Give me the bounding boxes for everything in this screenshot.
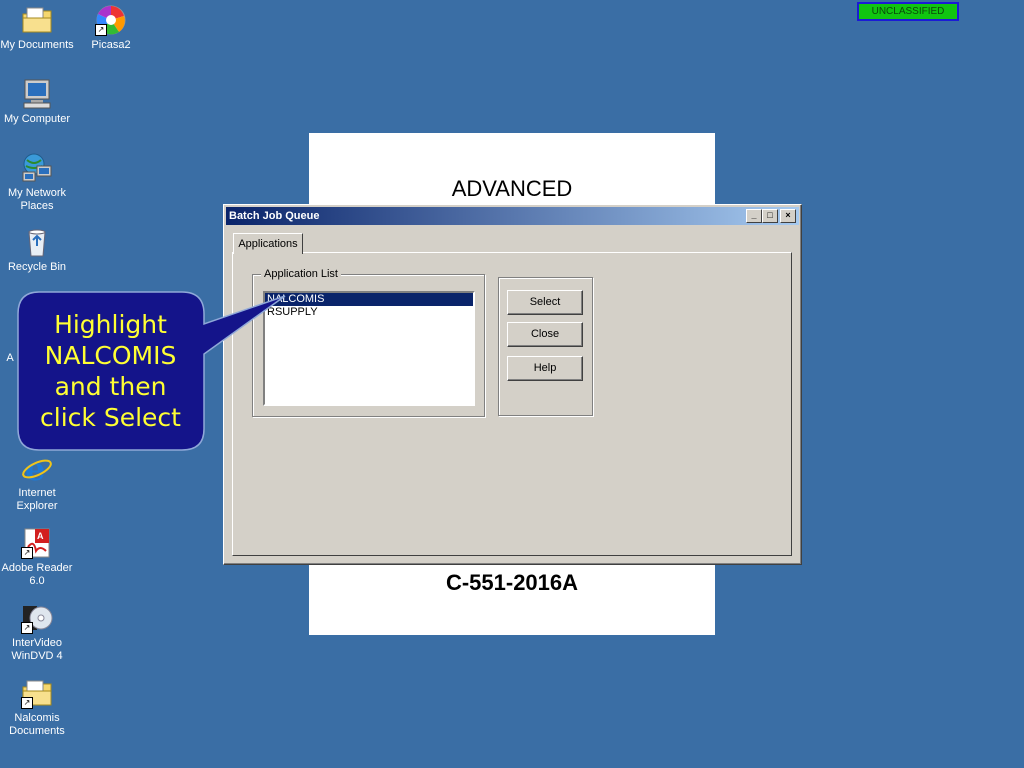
desktop-icon-label: InterVideo WinDVD 4 xyxy=(11,637,63,662)
desktop-icon-adobe-reader[interactable]: A ↗ Adobe Reader 6.0 xyxy=(0,527,74,588)
close-button[interactable]: Close xyxy=(507,322,583,347)
desktop-icon-label: My Computer xyxy=(3,113,71,125)
window-title: Batch Job Queue xyxy=(229,210,320,222)
recycle-bin-icon xyxy=(21,226,53,258)
desktop-icon-nalcomis-documents[interactable]: ↗ Nalcomis Documents xyxy=(0,677,74,738)
svg-text:A: A xyxy=(37,531,44,541)
maximize-button[interactable]: □ xyxy=(762,209,778,223)
action-buttons-group: Select Close Help xyxy=(498,277,593,416)
windvd-icon: ↗ xyxy=(21,602,53,634)
slide-code: C-551-2016A xyxy=(445,570,579,595)
desktop-icon-label: My Documents xyxy=(0,39,74,51)
callout-message: Highlight NALCOMIS and then click Select xyxy=(40,310,181,432)
help-button[interactable]: Help xyxy=(507,356,583,381)
instruction-callout: Highlight NALCOMIS and then click Select xyxy=(17,291,286,451)
desktop-icon-my-documents[interactable]: My Documents xyxy=(0,4,74,52)
tab-applications[interactable]: Applications xyxy=(233,233,303,254)
desktop-icon-label: Recycle Bin xyxy=(7,261,67,273)
desktop-icon-label: Nalcomis Documents xyxy=(9,712,65,737)
computer-icon xyxy=(21,78,53,110)
application-list-label: Application List xyxy=(261,268,341,280)
folder-icon: ↗ xyxy=(21,677,53,709)
batch-job-queue-window: Batch Job Queue _ □ × Applications Appli… xyxy=(223,204,802,565)
close-window-button[interactable]: × xyxy=(780,209,796,223)
desktop-icon-picasa2[interactable]: ↗ Picasa2 xyxy=(74,4,148,52)
desktop-icon-my-computer[interactable]: My Computer xyxy=(0,78,74,126)
applications-tab-panel: Application List NALCOMIS RSUPPLY Select… xyxy=(232,252,792,556)
network-icon xyxy=(21,152,53,184)
desktop-icon-label: Picasa2 xyxy=(91,39,131,51)
select-button[interactable]: Select xyxy=(507,290,583,315)
desktop-icon-label: Internet Explorer xyxy=(16,487,58,512)
desktop-icon-windvd[interactable]: ↗ InterVideo WinDVD 4 xyxy=(0,602,74,663)
folder-documents-icon xyxy=(21,4,53,36)
window-titlebar[interactable]: Batch Job Queue _ □ × xyxy=(226,207,799,225)
desktop-icon-label: My Network Places xyxy=(7,187,67,212)
slide-title: ADVANCED xyxy=(451,176,573,201)
ie-icon: e xyxy=(21,450,53,488)
desktop-icon-recycle-bin[interactable]: Recycle Bin xyxy=(0,226,74,274)
desktop-icon-my-network-places[interactable]: My Network Places xyxy=(0,152,74,213)
classification-banner: UNCLASSIFIED xyxy=(857,2,959,21)
adobe-reader-icon: A ↗ xyxy=(21,527,53,559)
picasa-icon: ↗ xyxy=(95,4,127,36)
minimize-button[interactable]: _ xyxy=(746,209,762,223)
desktop-icon-label: Adobe Reader 6.0 xyxy=(1,562,73,587)
callout-text: Highlight NALCOMIS and then click Select xyxy=(17,291,204,451)
desktop-icon-internet-explorer[interactable]: e Internet Explorer xyxy=(0,450,74,513)
